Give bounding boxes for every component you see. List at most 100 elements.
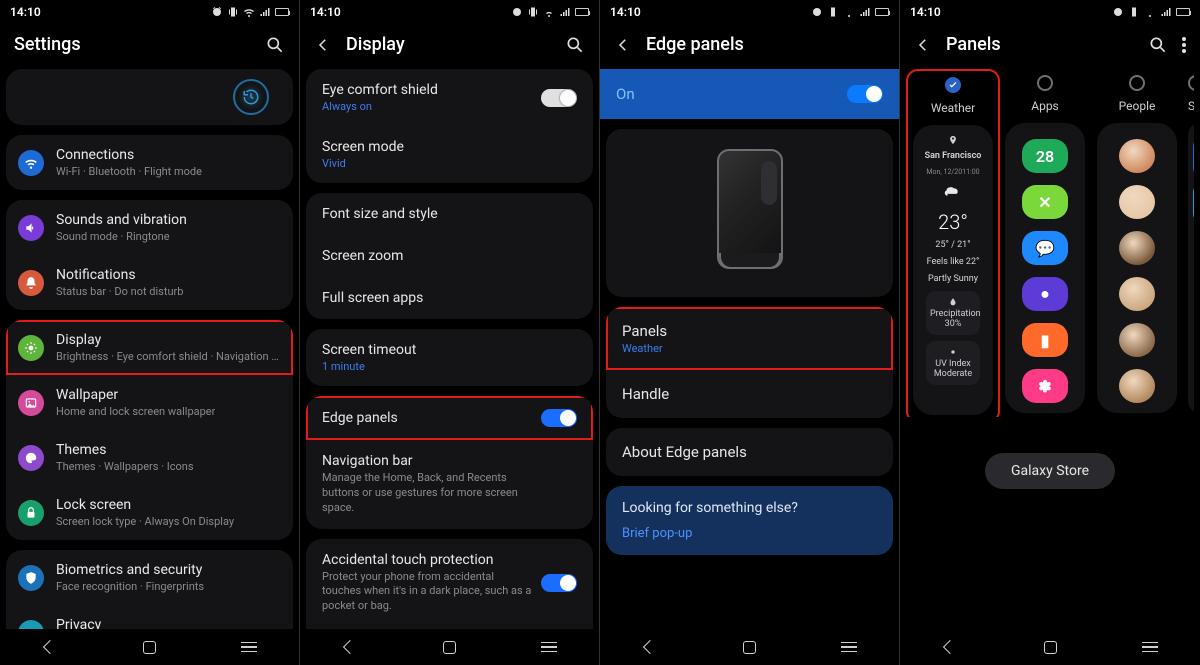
- row-screen-zoom[interactable]: Screen zoom: [306, 235, 593, 277]
- brief-popup-link[interactable]: Brief pop-up: [622, 526, 877, 541]
- wifi-icon: [18, 150, 44, 176]
- status-bar: 14:10: [0, 0, 299, 24]
- on-banner[interactable]: On: [600, 69, 899, 119]
- sun-small-icon: [948, 347, 958, 357]
- nav-recents[interactable]: [519, 642, 579, 653]
- galaxy-store-button[interactable]: Galaxy Store: [985, 453, 1115, 489]
- nav-back[interactable]: [620, 642, 680, 652]
- signal-icon: [1160, 6, 1172, 18]
- chevron-left-icon: [914, 36, 932, 54]
- nav-back[interactable]: [320, 642, 380, 652]
- row-edge-panels[interactable]: Edge panels: [306, 396, 593, 440]
- group-about: About Edge panels: [606, 428, 893, 476]
- row-sounds[interactable]: Sounds and vibration Sound mode · Ringto…: [6, 200, 293, 255]
- nav-home[interactable]: [1020, 641, 1080, 654]
- weather-radio[interactable]: [945, 77, 961, 93]
- looking-card: Looking for something else? Brief pop-up: [606, 486, 893, 555]
- history-card[interactable]: [6, 69, 293, 125]
- row-panels[interactable]: Panels Weather: [606, 307, 893, 370]
- history-button[interactable]: [233, 79, 269, 115]
- screen-display: 14:10 Display Eye comfort shieldAlways o…: [300, 0, 600, 665]
- search-button[interactable]: [265, 35, 285, 55]
- panels-body[interactable]: Weather San Francisco Mon, 12/2011:00 23…: [900, 69, 1200, 629]
- nav-back[interactable]: [20, 642, 80, 652]
- back-button[interactable]: [914, 36, 932, 54]
- people-preview: [1097, 123, 1177, 413]
- row-notifications[interactable]: Notifications Status bar · Do not distur…: [6, 255, 293, 310]
- back-button[interactable]: [314, 36, 332, 54]
- row-biometrics[interactable]: Biometrics and security Face recognition…: [6, 550, 293, 605]
- vibrate-icon: [527, 6, 539, 18]
- nav-recents[interactable]: [219, 642, 279, 653]
- panel-smart-partial[interactable]: Smart s: [1188, 75, 1194, 417]
- group-touch: Accidental touch protectionProtect your …: [306, 539, 593, 629]
- people-radio[interactable]: [1129, 75, 1145, 91]
- row-themes[interactable]: Themes Themes · Wallpapers · Icons: [6, 430, 293, 485]
- nav-home[interactable]: [419, 641, 479, 654]
- row-eye-comfort[interactable]: Eye comfort shieldAlways on: [306, 69, 593, 126]
- row-display[interactable]: Display Brightness · Eye comfort shield …: [6, 320, 293, 375]
- shield-icon: [18, 565, 44, 591]
- avatar: [1119, 369, 1155, 403]
- panels-scroll[interactable]: Weather San Francisco Mon, 12/2011:00 23…: [906, 69, 1194, 417]
- avatar: [1119, 277, 1155, 311]
- search-icon: [565, 35, 585, 55]
- nav-recents[interactable]: [1120, 642, 1180, 653]
- row-nav-bar[interactable]: Navigation barManage the Home, Back, and…: [306, 440, 593, 529]
- search-button[interactable]: [1148, 35, 1168, 55]
- nav-back[interactable]: [920, 642, 980, 652]
- smart-radio[interactable]: [1188, 75, 1194, 91]
- signal-icon: [859, 6, 871, 18]
- row-lockscreen[interactable]: Lock screen Screen lock type · Always On…: [6, 485, 293, 540]
- row-screen-mode[interactable]: Screen modeVivid: [306, 126, 593, 183]
- accidental-switch[interactable]: [541, 574, 577, 592]
- smart-icon-1: [1193, 139, 1194, 175]
- group-panels: Panels Weather Handle: [606, 307, 893, 418]
- alarm-icon: [811, 6, 823, 18]
- edge-panels-body[interactable]: On Panels Weather Handle About Edge pane…: [600, 69, 899, 629]
- home-icon: [143, 641, 156, 654]
- more-button[interactable]: [1182, 36, 1186, 54]
- row-font-size[interactable]: Font size and style: [306, 193, 593, 235]
- app-chip: ▮: [1022, 323, 1068, 357]
- panel-weather[interactable]: Weather San Francisco Mon, 12/2011:00 23…: [912, 75, 994, 417]
- edge-panels-switch[interactable]: [541, 409, 577, 427]
- back-button[interactable]: [614, 36, 632, 54]
- screen-settings: 14:10 Settings Connections Wi-Fi · Blu: [0, 0, 300, 665]
- weather-preview: San Francisco Mon, 12/2011:00 23° 25° / …: [913, 125, 993, 415]
- sound-icon: [18, 215, 44, 241]
- navbar: [300, 629, 599, 665]
- page-title: Panels: [946, 34, 1134, 55]
- settings-list[interactable]: Connections Wi-Fi · Bluetooth · Flight m…: [0, 69, 299, 629]
- nav-home[interactable]: [719, 641, 779, 654]
- group-security: Biometrics and security Face recognition…: [6, 550, 293, 629]
- row-about[interactable]: About Edge panels: [606, 428, 893, 476]
- lock-icon: [18, 500, 44, 526]
- device-preview: [717, 149, 783, 269]
- avatar: [1119, 139, 1155, 173]
- row-wallpaper[interactable]: Wallpaper Home and lock screen wallpaper: [6, 375, 293, 430]
- row-privacy[interactable]: Privacy Permission manager: [6, 605, 293, 629]
- display-list[interactable]: Eye comfort shieldAlways on Screen modeV…: [300, 69, 599, 629]
- row-accidental[interactable]: Accidental touch protectionProtect your …: [306, 539, 593, 628]
- app-chip: ✕: [1022, 185, 1068, 219]
- row-screen-timeout[interactable]: Screen timeout1 minute: [306, 329, 593, 386]
- master-switch[interactable]: [847, 85, 883, 103]
- history-icon: [242, 88, 260, 106]
- apps-radio[interactable]: [1037, 75, 1053, 91]
- page-title: Display: [346, 34, 551, 55]
- alarm-icon: [1112, 6, 1124, 18]
- nav-home[interactable]: [119, 641, 179, 654]
- row-full-screen[interactable]: Full screen apps: [306, 277, 593, 319]
- nav-recents[interactable]: [819, 642, 879, 653]
- group-edge: Edge panels Navigation barManage the Hom…: [306, 396, 593, 529]
- app-chip: ✽: [1022, 369, 1068, 403]
- preview-card: [606, 129, 893, 297]
- panel-people[interactable]: People: [1096, 75, 1178, 417]
- row-handle[interactable]: Handle: [606, 370, 893, 418]
- row-connections[interactable]: Connections Wi-Fi · Bluetooth · Flight m…: [6, 135, 293, 190]
- group-connections: Connections Wi-Fi · Bluetooth · Flight m…: [6, 135, 293, 190]
- eye-comfort-switch[interactable]: [541, 89, 577, 107]
- panel-apps[interactable]: Apps 28✕💬●▮✽: [1004, 75, 1086, 417]
- search-button[interactable]: [565, 35, 585, 55]
